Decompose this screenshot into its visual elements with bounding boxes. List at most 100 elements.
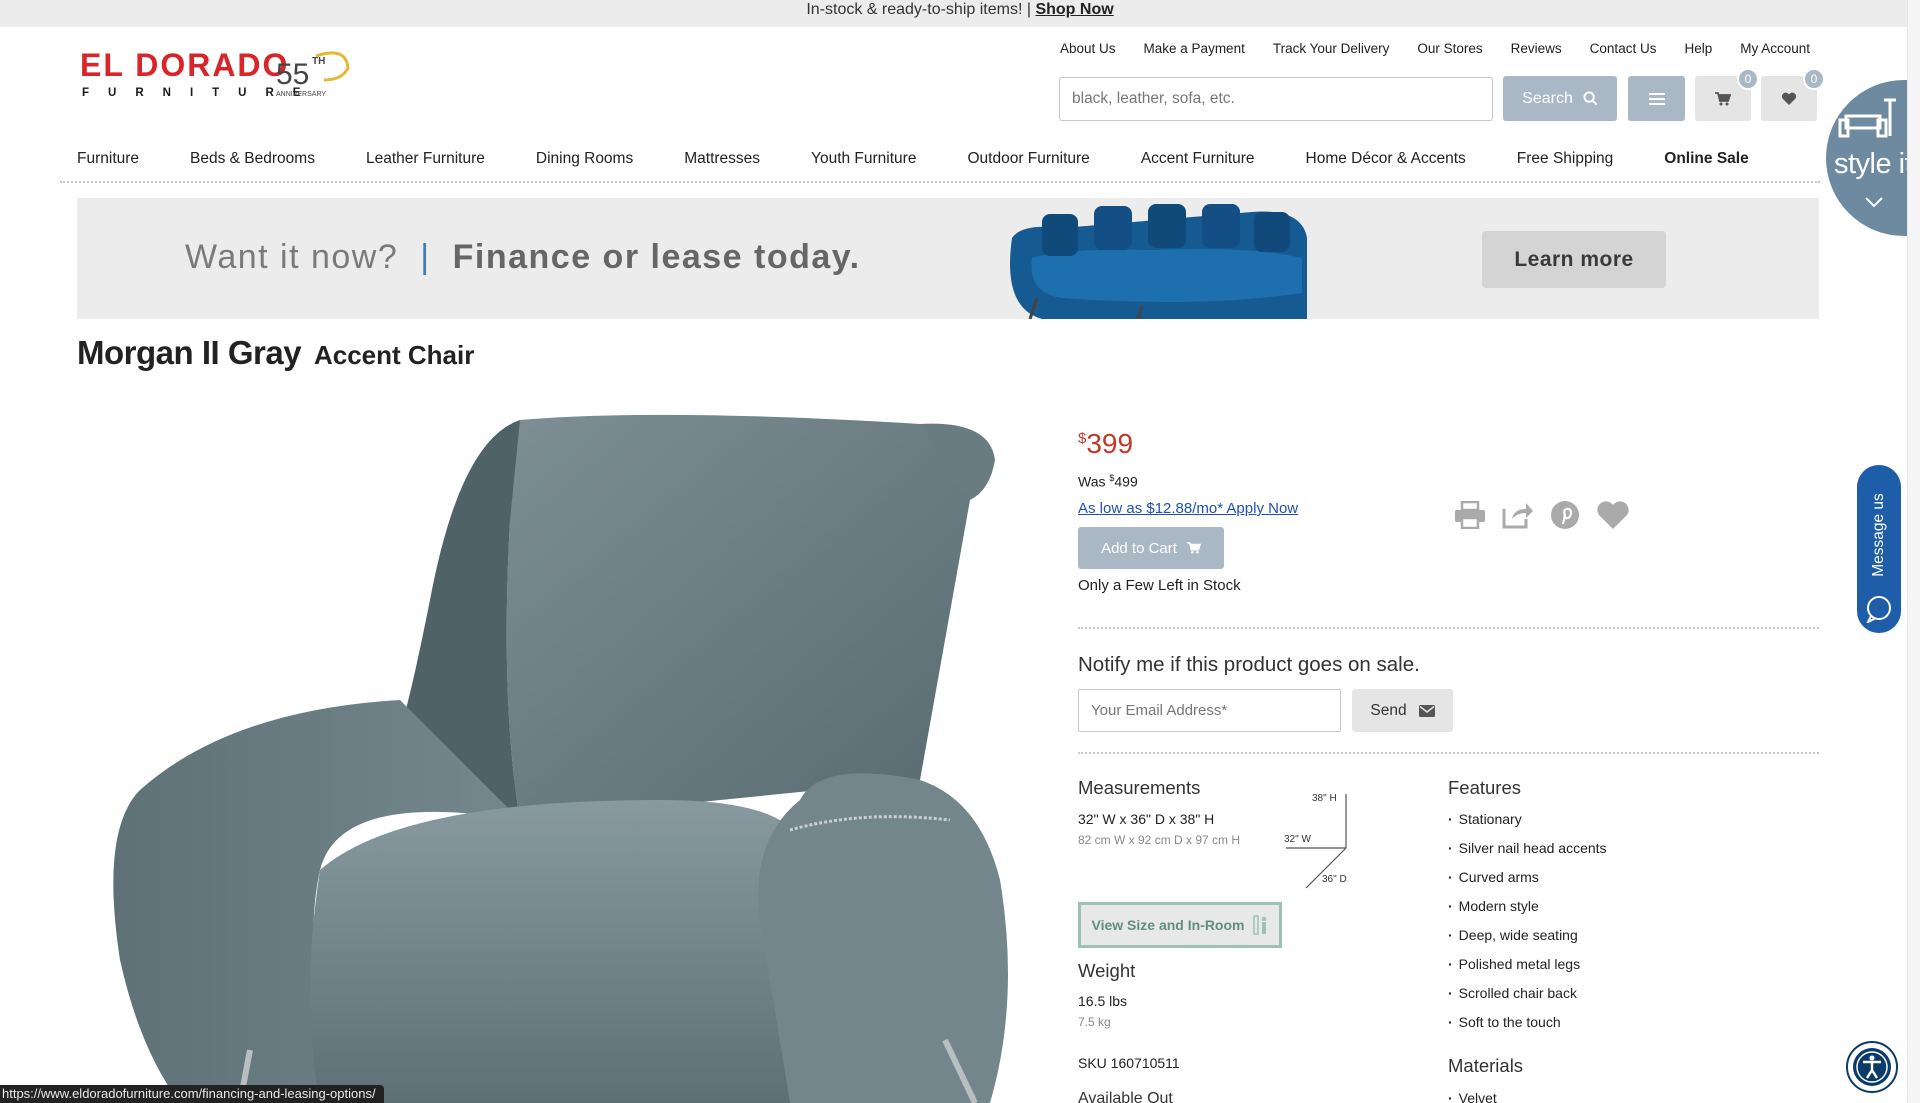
el-dorado-logo[interactable]: EL DORADO FURNITURE 55 TH ANNIVERSARY <box>80 50 355 106</box>
measurements-heading: Measurements <box>1078 777 1201 798</box>
was-label: Was <box>1078 473 1106 490</box>
message-us-button[interactable]: Message us <box>1857 465 1901 633</box>
product-price: $399 <box>1078 428 1133 460</box>
feature-item: Silver nail head accents <box>1448 840 1607 869</box>
nav-leather-furniture[interactable]: Leather Furniture <box>366 150 485 168</box>
main-nav: Furniture Beds & Bedrooms Leather Furnit… <box>77 150 1749 168</box>
weight-heading: Weight <box>1078 960 1136 981</box>
feature-item: Soft to the touch <box>1448 1014 1607 1043</box>
accessibility-button[interactable] <box>1846 1041 1898 1093</box>
features-heading: Features <box>1448 777 1522 798</box>
style-it-tab[interactable]: style it <box>1826 80 1920 236</box>
nav-free-shipping[interactable]: Free Shipping <box>1517 150 1614 168</box>
cart-icon <box>1187 542 1201 554</box>
product-image-chair[interactable] <box>100 400 1030 1103</box>
add-to-cart-label: Add to Cart <box>1101 539 1177 557</box>
banner-text: Want it now? | Finance or lease today. <box>185 238 861 277</box>
notify-label: Notify me if this product goes on sale. <box>1078 653 1420 676</box>
dim-height-label: 38" H <box>1312 793 1337 804</box>
price-currency: $ <box>1078 430 1087 447</box>
dimension-diagram: 38" H 32" W 36" D <box>1284 793 1347 889</box>
print-icon[interactable] <box>1454 501 1486 529</box>
heart-icon <box>1781 92 1797 105</box>
banner-part1: Want it now? <box>185 238 399 276</box>
feature-item: Deep, wide seating <box>1448 927 1607 956</box>
util-link-my-account[interactable]: My Account <box>1740 41 1810 56</box>
nav-accent-furniture[interactable]: Accent Furniture <box>1141 150 1255 168</box>
chevron-down-icon <box>1865 197 1883 208</box>
finance-apply-link[interactable]: As low as $12.88/mo* Apply Now <box>1078 500 1298 517</box>
chat-bubble-icon <box>1866 596 1891 623</box>
feature-item: Scrolled chair back <box>1448 985 1607 1014</box>
add-to-cart-button[interactable]: Add to Cart <box>1078 527 1224 569</box>
pinterest-icon[interactable] <box>1550 500 1580 530</box>
page-scrollbar[interactable] <box>1907 0 1920 1103</box>
nav-beds-bedrooms[interactable]: Beds & Bedrooms <box>190 150 315 168</box>
product-type: Accent Chair <box>313 340 475 370</box>
logo-anniv-sup: TH <box>312 56 325 67</box>
wishlist-count-badge: 0 <box>1803 68 1825 90</box>
person-ruler-icon <box>1252 915 1266 935</box>
room-btn-label: View Size and In-Room <box>1091 917 1245 933</box>
material-item: Velvet <box>1448 1090 1497 1103</box>
banner-divider: | <box>420 238 431 276</box>
search-button[interactable]: Search <box>1503 76 1617 121</box>
wishlist-button[interactable]: 0 <box>1761 68 1825 121</box>
utility-links: About Us Make a Payment Track Your Deliv… <box>1060 41 1810 56</box>
util-link-contact-us[interactable]: Contact Us <box>1590 41 1657 56</box>
dim-width-label: 32" W <box>1284 834 1311 845</box>
nav-home-decor[interactable]: Home Décor & Accents <box>1306 150 1466 168</box>
sofa-icon <box>1838 98 1896 138</box>
heart-icon[interactable] <box>1596 500 1630 530</box>
learn-more-button[interactable]: Learn more <box>1482 231 1666 288</box>
util-link-make-payment[interactable]: Make a Payment <box>1144 41 1245 56</box>
notify-email-input[interactable] <box>1078 689 1341 732</box>
materials-list: Velvet <box>1448 1090 1497 1103</box>
search-icon <box>1583 91 1598 106</box>
util-link-reviews[interactable]: Reviews <box>1511 41 1562 56</box>
logo-anniv-num: 55 <box>276 58 309 91</box>
send-label: Send <box>1370 701 1407 719</box>
nav-online-sale[interactable]: Online Sale <box>1664 150 1748 168</box>
util-link-our-stores[interactable]: Our Stores <box>1417 41 1482 56</box>
cart-count-badge: 0 <box>1737 68 1759 90</box>
nav-youth-furniture[interactable]: Youth Furniture <box>811 150 916 168</box>
accessibility-icon <box>1853 1048 1891 1086</box>
search-input[interactable] <box>1059 77 1493 121</box>
share-actions <box>1454 500 1630 530</box>
price-value: 399 <box>1086 428 1134 459</box>
cart-button[interactable]: 0 <box>1695 68 1759 121</box>
section-divider <box>1078 627 1819 629</box>
status-bar-url: https://www.eldoradofurniture.com/financ… <box>0 1085 384 1103</box>
promo-bar: In-stock & ready-to-ship items! | Shop N… <box>0 0 1920 27</box>
was-value: 499 <box>1114 473 1138 490</box>
nav-dining-rooms[interactable]: Dining Rooms <box>536 150 633 168</box>
feature-item: Stationary <box>1448 811 1607 840</box>
feature-item: Polished metal legs <box>1448 956 1607 985</box>
share-icon[interactable] <box>1502 501 1534 529</box>
view-size-in-room-button[interactable]: View Size and In-Room <box>1078 902 1282 948</box>
shop-now-link[interactable]: Shop Now <box>1035 1 1113 18</box>
features-list: Stationary Silver nail head accents Curv… <box>1448 811 1607 1043</box>
feature-item: Modern style <box>1448 898 1607 927</box>
style-it-label: style it <box>1834 148 1913 180</box>
nav-mattresses[interactable]: Mattresses <box>684 150 760 168</box>
cart-icon <box>1715 91 1731 105</box>
util-link-track-delivery[interactable]: Track Your Delivery <box>1273 41 1390 56</box>
hamburger-icon <box>1648 92 1665 105</box>
logo-anniv-label: ANNIVERSARY <box>276 91 326 98</box>
menu-button[interactable] <box>1628 76 1685 121</box>
send-button[interactable]: Send <box>1352 689 1453 732</box>
util-link-about-us[interactable]: About Us <box>1060 41 1116 56</box>
nav-furniture[interactable]: Furniture <box>77 150 139 168</box>
util-link-help[interactable]: Help <box>1684 41 1712 56</box>
materials-heading: Materials <box>1448 1055 1524 1076</box>
nav-outdoor-furniture[interactable]: Outdoor Furniture <box>967 150 1089 168</box>
product-title: Morgan II Gray Accent Chair <box>77 334 474 372</box>
dim-depth-label: 36" D <box>1322 874 1347 885</box>
finance-banner[interactable]: Want it now? | Finance or lease today. Lea… <box>77 198 1819 319</box>
search-button-label: Search <box>1522 89 1573 107</box>
measurements-metric: 82 cm W x 92 cm D x 97 cm H <box>1078 833 1241 847</box>
blue-sofa-image <box>1010 204 1307 319</box>
message-us-label: Message us <box>1870 493 1887 577</box>
